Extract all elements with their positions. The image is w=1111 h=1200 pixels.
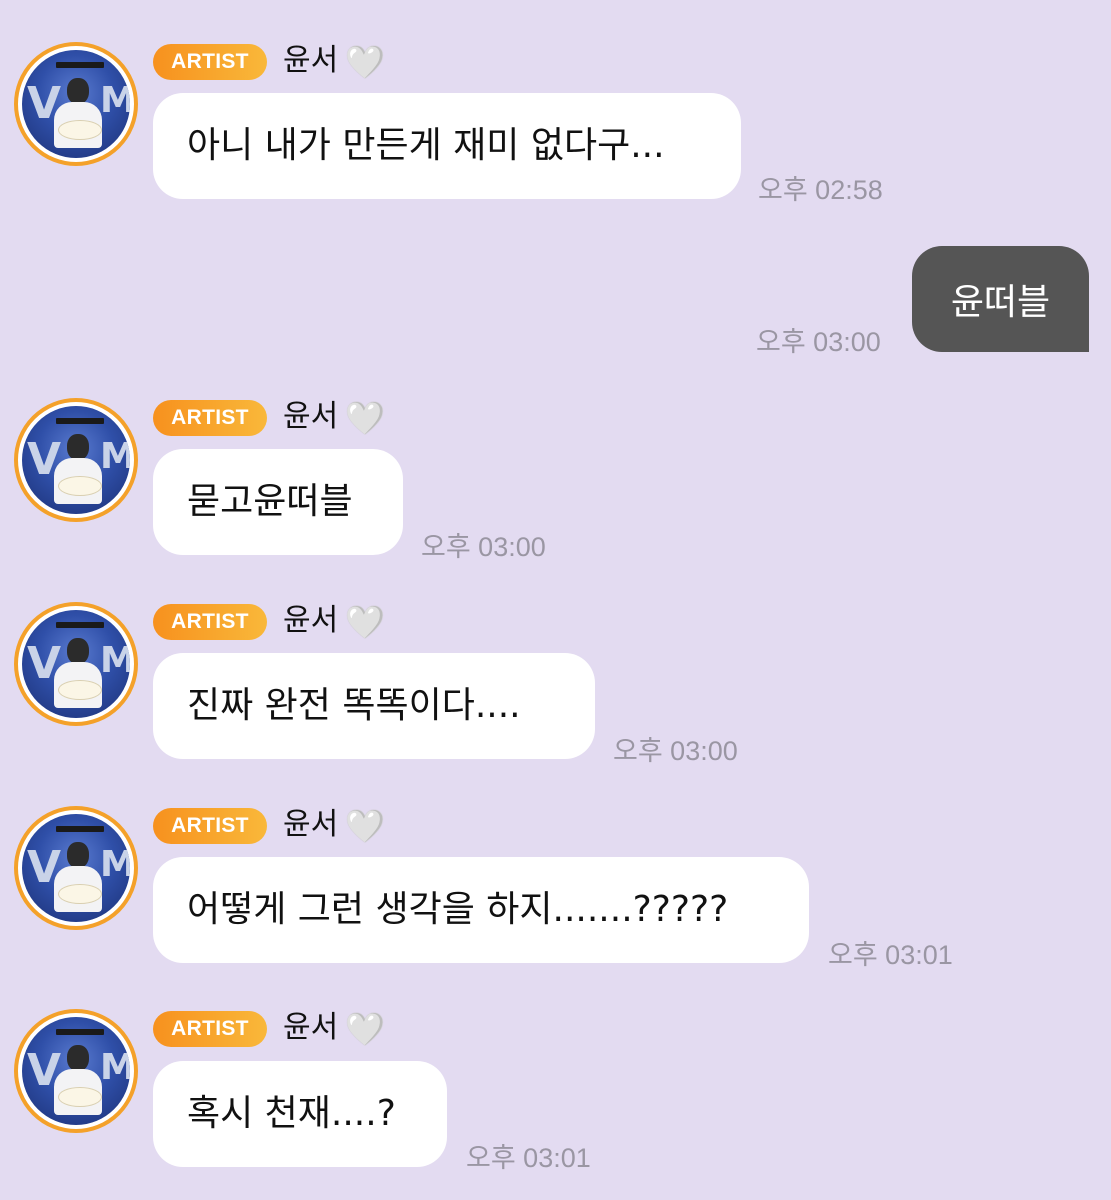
heart-icon: 🤍: [345, 1010, 385, 1048]
avatar-photo: VM: [22, 50, 130, 158]
heart-icon: 🤍: [345, 603, 385, 641]
outgoing-message-time: 오후 03:00: [756, 327, 881, 357]
avatar[interactable]: VM: [14, 806, 138, 930]
sender-name: 윤서: [283, 1010, 339, 1045]
heart-icon: 🤍: [345, 807, 385, 845]
avatar[interactable]: VM: [14, 602, 138, 726]
heart-icon: 🤍: [345, 43, 385, 81]
message-bubble[interactable]: 묻고윤떠블: [153, 449, 403, 555]
message-time: 오후 03:00: [421, 532, 546, 562]
message-bubble[interactable]: 아니 내가 만든게 재미 없다구...: [153, 93, 741, 199]
message-bubble[interactable]: 혹시 천재....?: [153, 1061, 447, 1167]
message-time: 오후 03:00: [613, 736, 738, 766]
sender-name: 윤서: [283, 603, 339, 638]
avatar-photo: VM: [22, 610, 130, 718]
message-time: 오후 03:01: [466, 1143, 591, 1173]
avatar-photo: VM: [22, 814, 130, 922]
sender-name: 윤서: [283, 43, 339, 78]
avatar[interactable]: VM: [14, 398, 138, 522]
artist-badge: ARTIST: [153, 44, 267, 80]
message-bubble[interactable]: 진짜 완전 똑똑이다....: [153, 653, 595, 759]
artist-badge: ARTIST: [153, 400, 267, 436]
sender-name: 윤서: [283, 399, 339, 434]
heart-icon: 🤍: [345, 399, 385, 437]
outgoing-message-bubble[interactable]: 윤떠블: [912, 246, 1089, 352]
avatar-photo: VM: [22, 406, 130, 514]
artist-badge: ARTIST: [153, 1011, 267, 1047]
sender-name: 윤서: [283, 807, 339, 842]
avatar-photo: VM: [22, 1017, 130, 1125]
message-time: 오후 03:01: [828, 940, 953, 970]
artist-badge: ARTIST: [153, 808, 267, 844]
avatar[interactable]: VM: [14, 42, 138, 166]
avatar[interactable]: VM: [14, 1009, 138, 1133]
message-time: 오후 02:58: [758, 175, 883, 205]
artist-badge: ARTIST: [153, 604, 267, 640]
message-bubble[interactable]: 어떻게 그런 생각을 하지.......?????: [153, 857, 809, 963]
